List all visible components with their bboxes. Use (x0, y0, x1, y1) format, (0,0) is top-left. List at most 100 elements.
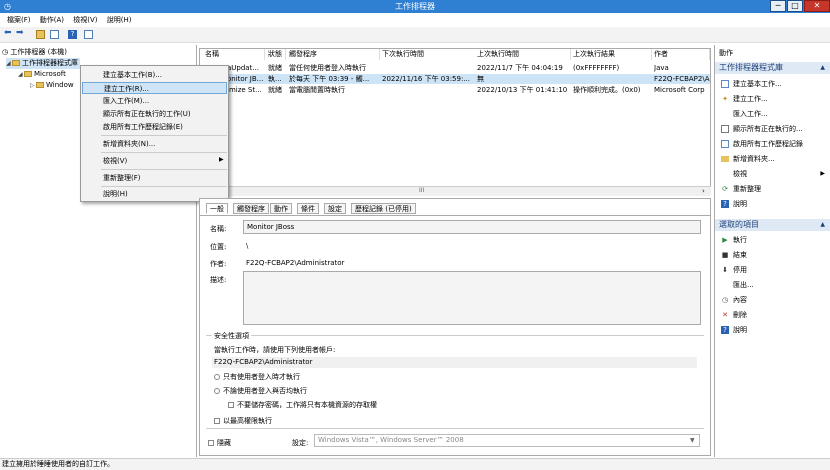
menu-item-refresh[interactable]: 重新整理(F) (82, 172, 227, 184)
col-header-status[interactable]: 狀態 (266, 49, 286, 60)
config-select[interactable]: Windows Vista™, Windows Server™ 2008 (314, 434, 700, 447)
col-header-last-result[interactable]: 上次執行結果 (571, 49, 652, 60)
action-properties[interactable]: ◷ 內容 (721, 295, 747, 305)
cell-author: Java (654, 64, 669, 72)
option-highest-privileges[interactable]: 以最高權限執行 (214, 416, 272, 426)
option-no-password[interactable]: 不要儲存密碼，工作將只有本機資源的存取權 (228, 400, 377, 410)
tab-triggers[interactable]: 觸發程序 (233, 203, 269, 214)
menu-file[interactable]: 檔案(F) (7, 14, 31, 26)
tab-settings[interactable]: 設定 (324, 203, 346, 214)
radio-unselected[interactable] (214, 388, 220, 394)
tab-history[interactable]: 歷程記錄 (已停用) (351, 203, 416, 214)
delete-x-icon: ✕ (722, 311, 728, 319)
action-end[interactable]: ■ 結束 (721, 250, 747, 260)
show-hide-tree-icon[interactable] (50, 30, 59, 39)
title-bar: ◷ 工作排程器 ─ □ ✕ (0, 0, 830, 13)
action-disable[interactable]: ⬇ 停用 (721, 265, 747, 275)
horizontal-scrollbar[interactable]: III › (199, 186, 711, 196)
menu-item-show-running[interactable]: 顯示所有正在執行的工作(U) (82, 108, 227, 120)
table-row[interactable]: imize St... 就緒 當電腦閒置時執行 2022/10/13 下午 01… (200, 85, 710, 95)
menu-item-enable-history[interactable]: 啟用所有工作歷程記錄(E) (82, 121, 227, 133)
help-icon[interactable]: ? (68, 30, 77, 39)
description-field[interactable] (243, 271, 701, 325)
tab-divider (200, 215, 710, 216)
section-selected-item[interactable]: 選取的項目 ▲ (715, 219, 830, 231)
table-row[interactable]: aUpdat... 就緒 當任何使用者登入時執行 2022/11/7 下午 04… (200, 63, 710, 73)
action-run[interactable]: ▶ 執行 (721, 235, 747, 245)
option-run-any[interactable]: 不論使用者登入與否均執行 (214, 386, 307, 396)
option-run-logged-on[interactable]: 只有使用者登入時才執行 (214, 372, 300, 382)
col-header-name[interactable]: 名稱 (203, 49, 265, 60)
action-view[interactable]: 檢視 ▶ (721, 169, 825, 179)
tree-item-microsoft[interactable]: ◢ Microsoft (18, 69, 66, 80)
menu-action[interactable]: 動作(A) (40, 14, 64, 26)
config-label: 設定: (292, 439, 309, 447)
action-export[interactable]: 匯出... (721, 280, 754, 290)
name-field[interactable]: Monitor JBoss (243, 220, 701, 234)
checkbox[interactable] (228, 402, 234, 408)
action-create-basic-task[interactable]: 建立基本工作... (721, 79, 782, 89)
status-bar: 建立擁用於睡睡使用者的自訂工作。 (0, 458, 830, 470)
cell-author: Microsoft Corp (654, 86, 705, 94)
scroll-grip[interactable]: III (419, 187, 424, 194)
col-header-next-run[interactable]: 下次執行時間 (380, 49, 476, 60)
action-help-selected[interactable]: ? 說明 (721, 325, 747, 335)
action-label: 新增資料夾... (733, 155, 775, 163)
menu-help[interactable]: 說明(H) (107, 14, 132, 26)
action-label: 說明 (733, 326, 747, 334)
action-label: 顯示所有正在執行的... (733, 125, 803, 133)
action-help[interactable]: ? 說明 (721, 199, 747, 209)
action-label: 執行 (733, 236, 747, 244)
action-create-task[interactable]: ✦ 建立工作... (721, 94, 768, 104)
checkbox[interactable] (208, 440, 214, 446)
table-row-selected[interactable]: onitor JB... 執... 於每天 下午 03:39 - 觸... 20… (200, 74, 710, 84)
submenu-arrow-icon: ▶ (820, 170, 825, 177)
hidden-option[interactable]: 隱藏 (208, 438, 231, 448)
minimize-button[interactable]: ─ (770, 0, 786, 12)
action-enable-history[interactable]: 啟用所有工作歷程記錄 (721, 139, 803, 149)
back-arrow-icon[interactable]: ⬅ (4, 28, 13, 38)
action-label: 建立基本工作... (733, 80, 782, 88)
action-import-task[interactable]: 匯入工作... (721, 109, 768, 119)
properties-pane-icon[interactable] (84, 30, 93, 39)
tab-general[interactable]: 一般 (206, 203, 228, 214)
menu-item-new-folder[interactable]: 新增資料夾(N)... (82, 138, 227, 150)
section-library[interactable]: 工作排程器程式庫 ▲ (715, 62, 830, 74)
section-selected-label: 選取的項目 (719, 220, 759, 229)
tree-item-windows[interactable]: ▷ Window (30, 80, 74, 91)
col-header-triggers[interactable]: 觸發程序 (287, 49, 380, 60)
up-folder-icon[interactable] (36, 30, 45, 39)
scroll-right-arrow-icon[interactable]: › (702, 187, 705, 195)
collapse-up-icon[interactable]: ▲ (820, 62, 825, 74)
col-header-last-run[interactable]: 上次執行時間 (475, 49, 571, 60)
action-delete[interactable]: ✕ 刪除 (721, 310, 747, 320)
help-icon: ? (721, 200, 729, 208)
tab-conditions[interactable]: 條件 (297, 203, 319, 214)
menu-item-import-task[interactable]: 匯入工作(M)... (82, 95, 227, 107)
checkbox[interactable] (214, 418, 220, 424)
create-basic-task-icon (721, 80, 729, 88)
tree-root[interactable]: ◷ 工作排程器 (本機) (2, 47, 67, 57)
action-new-folder[interactable]: 新增資料夾... (721, 154, 775, 164)
menu-item-create-task[interactable]: 建立工作(R)... (82, 82, 227, 94)
radio-selected[interactable] (214, 374, 220, 380)
action-refresh[interactable]: ⟳ 重新整理 (721, 184, 761, 194)
menu-item-view[interactable]: 檢視(V) (82, 155, 227, 167)
tree-item-library[interactable]: ◢ 工作排程器程式庫 (6, 58, 80, 69)
close-button[interactable]: ✕ (804, 0, 830, 12)
task-list: 名稱 狀態 觸發程序 下次執行時間 上次執行時間 上次執行結果 作者 aUpda… (199, 48, 711, 196)
run-as-account: F22Q-FCBAP2\Administrator (212, 357, 697, 368)
option-highest-privileges-label: 以最高權限執行 (223, 417, 272, 425)
menu-item-create-basic-task[interactable]: 建立基本工作(B)... (82, 69, 227, 81)
action-show-running[interactable]: 顯示所有正在執行的... (721, 124, 803, 134)
tab-actions[interactable]: 動作 (270, 203, 292, 214)
security-title: 安全性選項 (212, 331, 251, 341)
cell-last-run: 無 (477, 75, 484, 83)
forward-arrow-icon[interactable]: ➡ (16, 28, 25, 38)
col-header-author[interactable]: 作者 (652, 49, 710, 60)
refresh-icon: ⟳ (722, 185, 728, 193)
collapse-up-icon[interactable]: ▲ (820, 219, 825, 231)
maximize-button[interactable]: □ (787, 0, 803, 12)
menu-view[interactable]: 檢視(V) (73, 14, 97, 26)
chevron-down-icon[interactable]: ▼ (690, 437, 695, 444)
